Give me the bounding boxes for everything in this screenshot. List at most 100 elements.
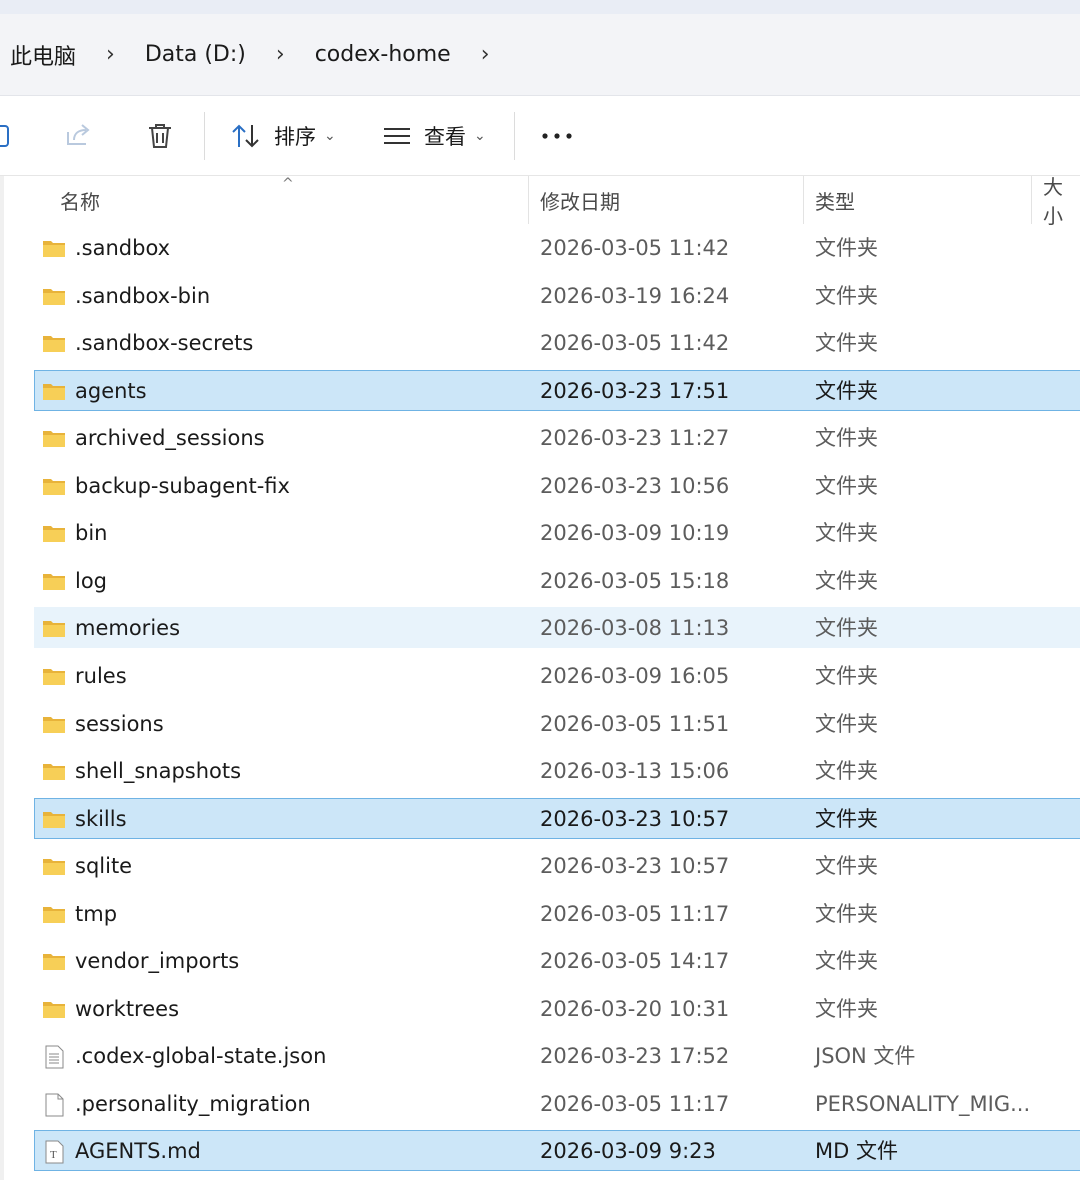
trash-icon <box>149 124 171 148</box>
chevron-down-icon: ⌄ <box>474 128 486 144</box>
folder-icon <box>42 475 66 497</box>
file-row[interactable]: sessions 2026-03-05 11:51 文件夹 <box>34 703 1080 744</box>
copy-button[interactable] <box>0 96 14 176</box>
navigation-pane-edge <box>0 176 4 1180</box>
copy-icon <box>0 125 9 147</box>
file-row[interactable]: archived_sessions 2026-03-23 11:27 文件夹 <box>34 417 1080 458</box>
file-row[interactable]: worktrees 2026-03-20 10:31 文件夹 <box>34 988 1080 1029</box>
column-divider[interactable] <box>528 176 529 224</box>
delete-button[interactable] <box>144 96 176 176</box>
folder-icon <box>42 808 66 830</box>
file-row[interactable]: .sandbox-secrets 2026-03-05 11:42 文件夹 <box>34 322 1080 363</box>
column-name[interactable]: 名称 <box>60 176 100 224</box>
file-type: 文件夹 <box>815 616 878 640</box>
file-name: .personality_migration <box>75 1092 311 1116</box>
file-icon <box>42 1093 66 1117</box>
toolbar-divider <box>514 112 515 160</box>
file-row[interactable]: tmp 2026-03-05 11:17 文件夹 <box>34 893 1080 934</box>
file-row[interactable]: skills 2026-03-23 10:57 文件夹 <box>34 798 1080 839</box>
file-modified-date: 2026-03-05 15:18 <box>540 569 730 593</box>
file-type: 文件夹 <box>815 474 878 498</box>
file-name: AGENTS.md <box>75 1139 201 1163</box>
file-modified-date: 2026-03-05 11:42 <box>540 236 730 260</box>
breadcrumb-data-drive[interactable]: Data (D:) <box>145 42 246 67</box>
file-name: .sandbox-secrets <box>75 331 254 355</box>
sort-button[interactable]: 排序 ⌄ <box>230 96 336 176</box>
text-file-icon: T <box>42 1140 66 1164</box>
column-header: ^ 名称 修改日期 类型 大小 <box>0 175 1080 228</box>
file-row[interactable]: backup-subagent-fix 2026-03-23 10:56 文件夹 <box>34 465 1080 506</box>
file-name: worktrees <box>75 997 180 1021</box>
file-name: agents <box>75 379 147 403</box>
file-name: .codex-global-state.json <box>75 1044 327 1068</box>
file-row[interactable]: bin 2026-03-09 10:19 文件夹 <box>34 512 1080 553</box>
file-type: 文件夹 <box>815 236 878 260</box>
file-modified-date: 2026-03-05 11:17 <box>540 902 730 926</box>
file-type: 文件夹 <box>815 712 878 736</box>
file-name: sessions <box>75 712 164 736</box>
chevron-down-icon: ⌄ <box>324 128 336 144</box>
file-name: tmp <box>75 902 118 926</box>
folder-icon <box>42 332 66 354</box>
folder-icon <box>42 713 66 735</box>
file-type: PERSONALITY_MIG... <box>815 1092 1031 1116</box>
file-type: 文件夹 <box>815 807 878 831</box>
file-type: 文件夹 <box>815 949 878 973</box>
file-row[interactable]: shell_snapshots 2026-03-13 15:06 文件夹 <box>34 750 1080 791</box>
folder-icon <box>42 760 66 782</box>
file-name: rules <box>75 664 127 688</box>
file-type: 文件夹 <box>815 997 878 1021</box>
file-modified-date: 2026-03-20 10:31 <box>540 997 730 1021</box>
file-row[interactable]: T AGENTS.md 2026-03-09 9:23 MD 文件 <box>34 1130 1080 1171</box>
file-modified-date: 2026-03-19 16:24 <box>540 284 730 308</box>
folder-icon <box>42 998 66 1020</box>
folder-icon <box>42 380 66 402</box>
address-bar[interactable]: 此电脑 › Data (D:) › codex-home › <box>0 14 1080 96</box>
file-modified-date: 2026-03-05 11:17 <box>540 1092 730 1116</box>
json-file-icon <box>42 1045 66 1069</box>
share-button[interactable] <box>62 96 94 176</box>
file-row[interactable]: sqlite 2026-03-23 10:57 文件夹 <box>34 845 1080 886</box>
chevron-right-icon[interactable]: › <box>481 42 490 67</box>
file-row[interactable]: .codex-global-state.json 2026-03-23 17:52… <box>34 1035 1080 1076</box>
file-row[interactable]: rules 2026-03-09 16:05 文件夹 <box>34 655 1080 696</box>
file-type: 文件夹 <box>815 569 878 593</box>
column-size[interactable]: 大小 <box>1043 175 1080 228</box>
file-row[interactable]: .sandbox 2026-03-05 11:42 文件夹 <box>34 227 1080 268</box>
file-row[interactable]: .personality_migration 2026-03-05 11:17 PE… <box>34 1083 1080 1124</box>
column-type[interactable]: 类型 <box>815 176 855 224</box>
folder-icon <box>42 285 66 307</box>
folder-icon <box>42 237 66 259</box>
file-name: .sandbox-bin <box>75 284 211 308</box>
column-divider[interactable] <box>1031 176 1032 224</box>
file-row[interactable]: memories 2026-03-08 11:13 文件夹 <box>34 607 1080 648</box>
file-modified-date: 2026-03-05 11:42 <box>540 331 730 355</box>
breadcrumb-this-pc[interactable]: 此电脑 <box>10 39 76 71</box>
file-modified-date: 2026-03-13 15:06 <box>540 759 730 783</box>
breadcrumb-codex-home[interactable]: codex-home <box>315 42 451 67</box>
toolbar-divider <box>204 112 205 160</box>
view-button[interactable]: 查看 ⌄ <box>382 96 486 176</box>
file-row[interactable]: log 2026-03-05 15:18 文件夹 <box>34 560 1080 601</box>
file-name: archived_sessions <box>75 426 265 450</box>
file-modified-date: 2026-03-23 11:27 <box>540 426 730 450</box>
file-name: bin <box>75 521 108 545</box>
file-name: vendor_imports <box>75 949 240 973</box>
sort-label: 排序 <box>274 125 316 149</box>
file-name: backup-subagent-fix <box>75 474 290 498</box>
file-row[interactable]: .sandbox-bin 2026-03-19 16:24 文件夹 <box>34 275 1080 316</box>
view-label: 查看 <box>424 125 466 149</box>
file-name: shell_snapshots <box>75 759 242 783</box>
file-row[interactable]: vendor_imports 2026-03-05 14:17 文件夹 <box>34 940 1080 981</box>
chevron-right-icon[interactable]: › <box>106 42 115 67</box>
svg-text:T: T <box>50 1149 57 1161</box>
view-list-icon <box>384 128 410 144</box>
column-divider[interactable] <box>803 176 804 224</box>
file-modified-date: 2026-03-09 10:19 <box>540 521 730 545</box>
file-row[interactable]: agents 2026-03-23 17:51 文件夹 <box>34 370 1080 411</box>
chevron-right-icon[interactable]: › <box>276 42 285 67</box>
column-modified[interactable]: 修改日期 <box>540 176 620 224</box>
more-options-button[interactable] <box>540 96 574 176</box>
file-modified-date: 2026-03-08 11:13 <box>540 616 730 640</box>
file-name: log <box>75 569 108 593</box>
